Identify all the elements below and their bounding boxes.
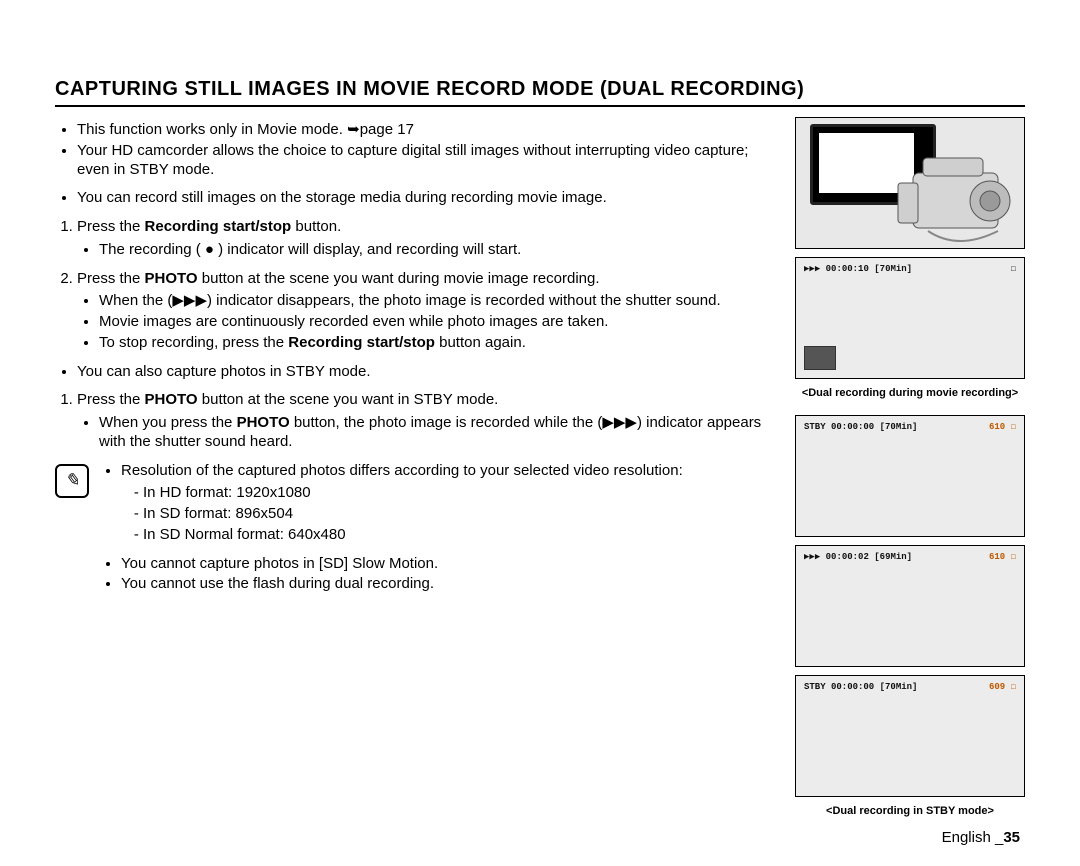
lcd-stby-1: STBY 00:00:00 [70Min] 610 ☐ (795, 415, 1025, 537)
sec2-step1-sub: When you press the PHOTO button, the pho… (77, 414, 777, 452)
sec2-lead: You can also capture photos in STBY mode… (77, 363, 777, 382)
sec1-lead-list: You can record still images on the stora… (55, 189, 777, 208)
page-ref: ➥page 17 (347, 121, 414, 138)
t: button at the scene you want during movi… (198, 270, 600, 287)
t: button. (291, 218, 341, 235)
lcd-status-bar: STBY 00:00:00 [70Min] 610 ☐ (804, 422, 1016, 432)
lcd-status-bar: STBY 00:00:00 [70Min] 609 ☐ (804, 682, 1016, 692)
note-dash-list: In HD format: 1920x1080 In SD format: 89… (121, 484, 777, 544)
note-block: ✎ Resolution of the captured photos diff… (55, 462, 777, 605)
sec2-step1-sub1: When you press the PHOTO button, the pho… (99, 414, 777, 452)
intro-list: This function works only in Movie mode. … (55, 121, 777, 179)
content-row: This function works only in Movie mode. … (55, 117, 1025, 833)
t: Press the (77, 391, 145, 408)
footer-language: English _ (942, 829, 1004, 846)
text-column: This function works only in Movie mode. … (55, 117, 777, 833)
note-item-3: You cannot use the flash during dual rec… (121, 575, 777, 594)
figure-column: ▶▶▶ 00:00:10 [70Min] ☐ <Dual recording d… (795, 117, 1025, 833)
sec2-steps: Press the PHOTO button at the scene you … (55, 391, 777, 451)
footer-page-number: 35 (1003, 829, 1020, 846)
lcd-stby-2: STBY 00:00:00 [70Min] 609 ☐ (795, 675, 1025, 797)
triple-play-icon: ▶▶▶ (602, 414, 637, 431)
lcd-right-text: 610 ☐ (989, 552, 1016, 562)
lcd-left-text: STBY 00:00:00 [70Min] (804, 682, 917, 692)
lcd-corner-icon (804, 346, 836, 370)
note-icon: ✎ (55, 464, 89, 498)
t: button at the scene you want in STBY mod… (198, 391, 499, 408)
sec1-step-2: Press the PHOTO button at the scene you … (77, 270, 777, 353)
page-footer: English _35 (942, 829, 1020, 846)
camcorder-body-icon (868, 153, 1018, 243)
sec1-step2-sub2: Movie images are continuously recorded e… (99, 313, 777, 332)
sec2-step-1: Press the PHOTO button at the scene you … (77, 391, 777, 451)
t: Press the (77, 218, 145, 235)
lcd-right-text: 609 ☐ (989, 682, 1016, 692)
note-list: Resolution of the captured photos differ… (99, 462, 777, 595)
t: When you press the (99, 414, 237, 431)
sec1-steps: Press the Recording start/stop button. T… (55, 218, 777, 353)
note-item-1: Resolution of the captured photos differ… (121, 462, 777, 545)
note-dash-2: In SD format: 896x504 (143, 505, 777, 524)
sec1-step1-sub1: The recording ( ● ) indicator will displ… (99, 241, 777, 260)
sec1-step-1: Press the Recording start/stop button. T… (77, 218, 777, 260)
sec1-step1-sub: The recording ( ● ) indicator will displ… (77, 241, 777, 260)
lcd-status-bar: ▶▶▶ 00:00:10 [70Min] ☐ (804, 264, 1016, 274)
note-item-2: You cannot capture photos in [SD] Slow M… (121, 555, 777, 574)
photo-label: PHOTO (145, 270, 198, 287)
lcd-recording-1: ▶▶▶ 00:00:10 [70Min] ☐ (795, 257, 1025, 379)
t: Press the (77, 270, 145, 287)
note-body: Resolution of the captured photos differ… (99, 462, 777, 605)
sec1-lead: You can record still images on the stora… (77, 189, 777, 208)
photo-label: PHOTO (237, 414, 290, 431)
t: To stop recording, press the (99, 334, 288, 351)
intro-item-1: This function works only in Movie mode. … (77, 121, 777, 140)
note-dash-1: In HD format: 1920x1080 (143, 484, 777, 503)
caption-stby: <Dual recording in STBY mode> (795, 805, 1025, 817)
page-heading: CAPTURING STILL IMAGES IN MOVIE RECORD M… (55, 78, 1025, 107)
camcorder-illustration (795, 117, 1025, 249)
photo-label: PHOTO (145, 391, 198, 408)
lcd-right-text: ☐ (1011, 264, 1016, 274)
t: When the ( (99, 292, 172, 309)
sec1-step2-sub1: When the (▶▶▶) indicator disappears, the… (99, 292, 777, 311)
note-dash-3: In SD Normal format: 640x480 (143, 526, 777, 545)
intro-item-1-text: This function works only in Movie mode. (77, 121, 347, 138)
intro-item-2: Your HD camcorder allows the choice to c… (77, 142, 777, 180)
caption-recording: <Dual recording during movie recording> (795, 387, 1025, 399)
lcd-left-text: ▶▶▶ 00:00:02 [69Min] (804, 552, 912, 562)
manual-page: CAPTURING STILL IMAGES IN MOVIE RECORD M… (0, 0, 1080, 866)
t: Resolution of the captured photos differ… (121, 462, 683, 479)
t: button again. (435, 334, 526, 351)
sec1-step2-sub: When the (▶▶▶) indicator disappears, the… (77, 292, 777, 352)
lcd-right-text: 610 ☐ (989, 422, 1016, 432)
t: button, the photo image is recorded whil… (290, 414, 603, 431)
recording-start-stop-label: Recording start/stop (288, 334, 435, 351)
sec1-step2-sub3: To stop recording, press the Recording s… (99, 334, 777, 353)
recording-start-stop-label: Recording start/stop (145, 218, 292, 235)
lcd-status-bar: ▶▶▶ 00:00:02 [69Min] 610 ☐ (804, 552, 1016, 562)
t: ) indicator disappears, the photo image … (207, 292, 721, 309)
lcd-left-text: ▶▶▶ 00:00:10 [70Min] (804, 264, 912, 274)
lcd-recording-2: ▶▶▶ 00:00:02 [69Min] 610 ☐ (795, 545, 1025, 667)
lcd-left-text: STBY 00:00:00 [70Min] (804, 422, 917, 432)
sec2-lead-list: You can also capture photos in STBY mode… (55, 363, 777, 382)
triple-play-icon: ▶▶▶ (172, 292, 207, 309)
